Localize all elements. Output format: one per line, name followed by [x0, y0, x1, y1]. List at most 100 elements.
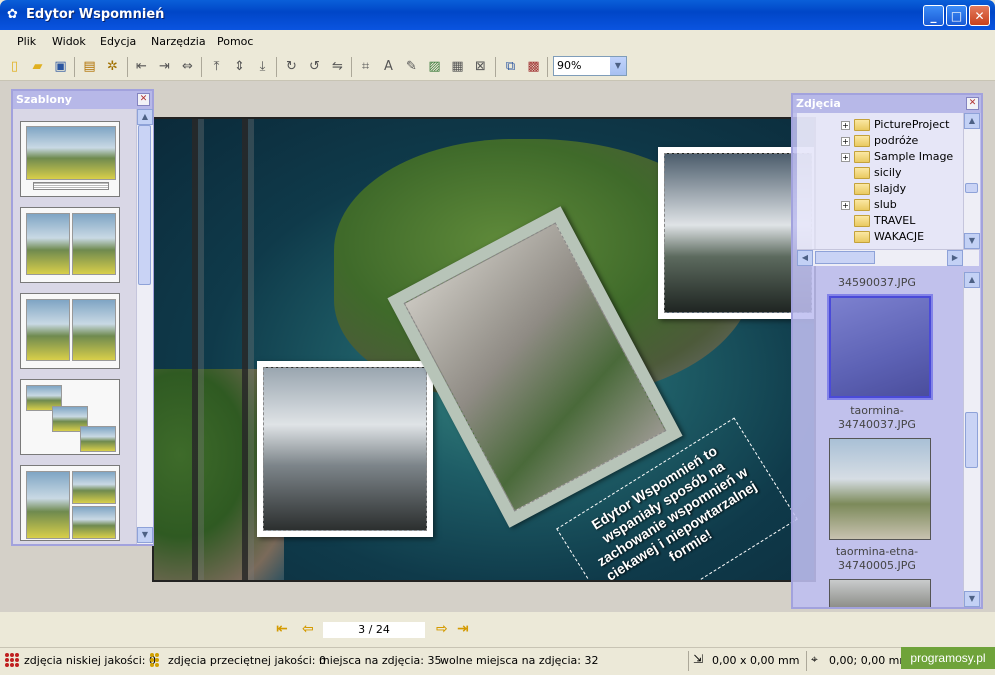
template-thumbnail[interactable]	[20, 207, 120, 283]
mid-quality-count: zdjęcia przeciętnej jakości: 0	[168, 654, 326, 667]
scroll-down-icon[interactable]: ▼	[137, 527, 153, 543]
photo-frame-sun[interactable]	[257, 361, 433, 537]
template-thumbnail[interactable]	[20, 293, 120, 369]
decorative-stripes	[154, 119, 254, 580]
templates-scrollbar[interactable]: ▲ ▼	[136, 109, 153, 544]
scroll-up-icon[interactable]: ▲	[137, 109, 153, 125]
menu-pomoc[interactable]: Pomoc	[217, 35, 253, 48]
maximize-button[interactable]: □	[946, 5, 967, 26]
places-count: miejsca na zdjęcia: 35	[319, 654, 442, 667]
low-quality-count: zdjęcia niskiej jakości: 0	[24, 654, 156, 667]
expand-icon[interactable]: +	[841, 201, 850, 210]
crop-icon[interactable]: ⌗	[357, 58, 374, 75]
photo-thumbnail[interactable]	[829, 579, 931, 607]
file-caption: taormina-etna- 34740005.JPG	[835, 545, 919, 572]
template-photo-slot	[72, 506, 116, 539]
toolbar-separator	[201, 57, 202, 77]
photos-panel-title: Zdjęcia	[793, 95, 981, 113]
center-horizontal-icon[interactable]: ⇔	[179, 58, 196, 75]
mid-quality-icon	[150, 653, 164, 667]
photos-panel: Zdjęcia ✕ + PictureProject + podróże + S…	[791, 93, 983, 609]
fit-page-icon[interactable]: ⧉	[502, 58, 519, 75]
template-photo-slot	[26, 299, 70, 361]
folder-icon	[854, 215, 870, 227]
scroll-right-icon[interactable]: ▶	[947, 250, 963, 266]
menu-narzedzia[interactable]: Narzędzia	[151, 35, 206, 48]
last-page-icon[interactable]: ⇥	[457, 622, 469, 636]
text-icon[interactable]: A	[380, 58, 397, 75]
scroll-left-icon[interactable]: ◀	[797, 250, 813, 266]
scrollbar-thumb[interactable]	[965, 183, 978, 193]
settings-gear-icon[interactable]: ✲	[104, 58, 121, 75]
page-navigation: ⇤ ⇦ ⇨ ⇥	[0, 612, 995, 646]
folder-tree-hscrollbar[interactable]: ◀ ▶	[797, 249, 979, 266]
close-icon[interactable]: ✕	[966, 97, 979, 110]
expand-icon[interactable]: +	[841, 137, 850, 146]
folder-icon	[854, 183, 870, 195]
scroll-down-icon[interactable]: ▼	[964, 591, 980, 607]
template-photo-slot	[72, 213, 116, 275]
scroll-down-icon[interactable]: ▼	[964, 233, 980, 249]
first-page-icon[interactable]: ⇤	[276, 622, 288, 636]
align-left-icon[interactable]: ⇤	[133, 58, 150, 75]
scroll-up-icon[interactable]: ▲	[964, 113, 980, 129]
next-page-icon[interactable]: ⇨	[436, 622, 448, 636]
minimize-button[interactable]: _	[923, 5, 944, 26]
folder-tree: + PictureProject + podróże + Sample Imag…	[797, 113, 963, 255]
keyboard-icon[interactable]: ▦	[449, 58, 466, 75]
delete-frame-icon[interactable]: ⊠	[472, 58, 489, 75]
open-folder-icon[interactable]: ▰	[29, 58, 46, 75]
image-icon[interactable]: ▨	[426, 58, 443, 75]
scrollbar-thumb[interactable]	[138, 125, 151, 285]
export-image-icon[interactable]: ▩	[525, 58, 542, 75]
template-photo-slot	[26, 471, 70, 539]
zoom-select[interactable]: 90% ▼	[553, 56, 627, 76]
menu-edycja[interactable]: Edycja	[100, 35, 136, 48]
menu-plik[interactable]: Plik	[17, 35, 36, 48]
align-bottom-icon[interactable]: ⤓	[254, 58, 271, 75]
menu-widok[interactable]: Widok	[52, 35, 86, 48]
folder-icon	[854, 167, 870, 179]
sun-clouds-photo	[263, 367, 427, 531]
scrollbar-thumb[interactable]	[965, 412, 978, 468]
app-window: ✿ Edytor Wspomnień _ □ ✕ Plik Widok Edyc…	[0, 0, 995, 675]
expand-icon[interactable]: +	[841, 121, 850, 130]
new-file-icon[interactable]: ▯	[6, 58, 23, 75]
rotate-left-icon[interactable]: ↺	[306, 58, 323, 75]
folder-icon	[854, 151, 870, 163]
pencil-icon[interactable]: ✎	[403, 58, 420, 75]
template-thumbnail[interactable]	[20, 379, 120, 455]
album-page[interactable]: Edytor Wspomnień to wspaniały sposób na …	[152, 117, 816, 582]
photos-scrollbar[interactable]: ▲ ▼	[963, 272, 980, 607]
print-icon[interactable]: ▤	[81, 58, 98, 75]
center-vertical-icon[interactable]: ⇕	[231, 58, 248, 75]
previous-page-icon[interactable]: ⇦	[302, 622, 314, 636]
page-counter[interactable]: 3 / 24	[323, 622, 425, 638]
scrollbar-thumb[interactable]	[815, 251, 875, 264]
status-separator	[688, 651, 689, 671]
close-icon[interactable]: ✕	[137, 93, 150, 106]
align-top-icon[interactable]: ⤒	[208, 58, 225, 75]
position-icon: ⌖	[811, 652, 818, 666]
rotate-right-icon[interactable]: ↻	[283, 58, 300, 75]
photo-thumbnail-selected[interactable]	[829, 296, 931, 398]
toolbar-separator	[74, 57, 75, 77]
selection-size: 0,00 x 0,00 mm	[712, 654, 800, 667]
template-thumbnail[interactable]	[20, 121, 120, 197]
tree-item-label: PictureProject	[874, 118, 950, 131]
chevron-down-icon[interactable]: ▼	[610, 57, 626, 75]
expand-icon[interactable]: +	[841, 153, 850, 162]
template-thumbnail[interactable]	[20, 465, 120, 541]
photo-thumbnail[interactable]	[829, 438, 931, 540]
selection-position: 0,00; 0,00 mm	[829, 654, 911, 667]
align-right-icon[interactable]: ⇥	[156, 58, 173, 75]
save-icon[interactable]: ▣	[52, 58, 69, 75]
flip-icon[interactable]: ⇋	[329, 58, 346, 75]
folder-tree-scrollbar[interactable]: ▲ ▼	[963, 113, 980, 249]
title-bar[interactable]: ✿ Edytor Wspomnień _ □ ✕	[0, 0, 995, 30]
tree-item-label: TRAVEL	[874, 214, 916, 227]
tree-item-label: Sample Image	[874, 150, 954, 163]
template-photo-slot	[72, 471, 116, 504]
scroll-up-icon[interactable]: ▲	[964, 272, 980, 288]
close-button[interactable]: ✕	[969, 5, 990, 26]
